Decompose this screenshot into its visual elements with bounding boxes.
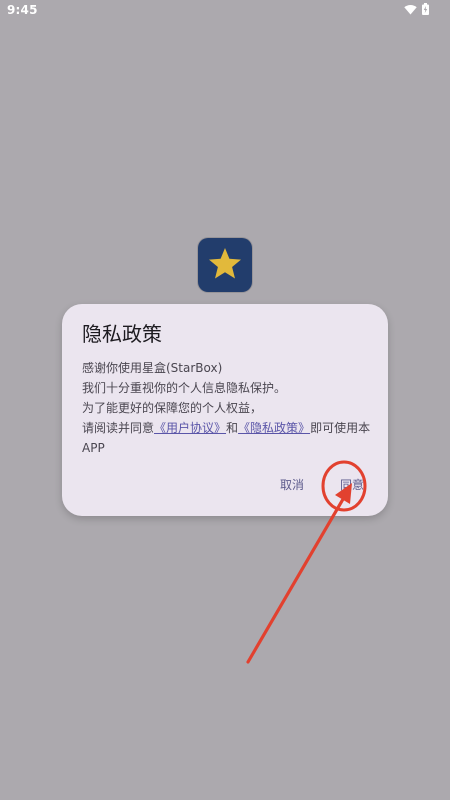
app-icon <box>198 238 252 292</box>
wifi-icon <box>404 4 417 15</box>
battery-charging-icon <box>422 3 429 15</box>
consent-and: 和 <box>226 421 239 435</box>
status-bar: 9:45 <box>0 0 450 22</box>
star-icon <box>208 247 242 284</box>
privacy-policy-link[interactable]: 《隐私政策》 <box>238 421 310 435</box>
dialog-line-app: APP <box>82 441 105 455</box>
screen: 9:45 隐私政策 感谢你使用星盒(StarBox) 我们十分重视你的个人信息隐… <box>0 0 450 800</box>
dialog-line-rights: 为了能更好的保障您的个人权益， <box>82 401 263 415</box>
user-agreement-link[interactable]: 《用户协议》 <box>154 421 226 435</box>
consent-suffix: 即可使用本 <box>310 421 371 435</box>
dialog-body: 感谢你使用星盒(StarBox) 我们十分重视你的个人信息隐私保护。 为了能更好… <box>82 358 374 458</box>
status-time: 9:45 <box>7 3 38 17</box>
dialog-line-thanks: 感谢你使用星盒(StarBox) <box>82 361 223 375</box>
privacy-dialog: 隐私政策 感谢你使用星盒(StarBox) 我们十分重视你的个人信息隐私保护。 … <box>62 304 388 516</box>
dialog-actions: 取消 同意 <box>280 476 364 493</box>
dialog-line-consent: 请阅读并同意《用户协议》和《隐私政策》即可使用本 <box>82 418 374 438</box>
dialog-title: 隐私政策 <box>82 322 162 346</box>
consent-prefix: 请阅读并同意 <box>82 421 155 435</box>
pointer-arrow <box>246 492 348 664</box>
agree-button[interactable]: 同意 <box>340 476 364 493</box>
dialog-line-privacy: 我们十分重视你的个人信息隐私保护。 <box>82 381 287 395</box>
cancel-button[interactable]: 取消 <box>280 476 304 493</box>
status-icons <box>404 3 429 15</box>
